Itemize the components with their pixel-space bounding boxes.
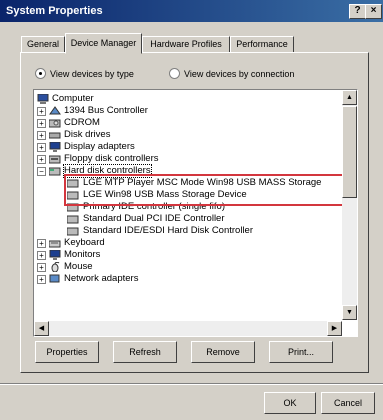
scroll-down-button[interactable]: ▼ <box>342 305 357 320</box>
tree-label: Network adapters <box>64 273 139 284</box>
tree-label: CDROM <box>64 117 100 128</box>
view-by-connection-label: View devices by connection <box>184 69 295 79</box>
cancel-button[interactable]: Cancel <box>321 392 375 414</box>
expand-icon[interactable]: + <box>37 263 46 272</box>
help-button[interactable]: ? <box>349 4 366 19</box>
expand-icon[interactable]: + <box>37 119 46 128</box>
display-icon <box>49 142 61 152</box>
remove-button[interactable]: Remove <box>191 341 255 363</box>
scroll-left-button[interactable]: ◀ <box>34 321 49 336</box>
separator <box>0 383 383 385</box>
tree-label: Monitors <box>64 249 101 260</box>
expand-icon[interactable]: + <box>37 275 46 284</box>
collapse-icon[interactable]: − <box>37 167 46 176</box>
tab-performance[interactable]: Performance <box>230 36 294 53</box>
tree-label: Standard Dual PCI IDE Controller <box>83 213 225 224</box>
tab-hardware-profiles[interactable]: Hardware Profiles <box>142 36 230 53</box>
keyboard-icon <box>49 238 61 248</box>
tree-label: Floppy disk controllers <box>64 153 159 164</box>
tree-label: 1394 Bus Controller <box>64 105 148 116</box>
device-manager-panel: View devices by type View devices by con… <box>20 52 369 373</box>
scroll-thumb[interactable] <box>342 106 357 198</box>
horizontal-scrollbar[interactable]: ◀ ▶ <box>34 321 342 336</box>
refresh-button[interactable]: Refresh <box>113 341 177 363</box>
storage-icon <box>67 226 79 236</box>
hdd-controller-icon <box>49 166 61 176</box>
close-button[interactable]: × <box>365 4 382 19</box>
title-bar[interactable]: System Properties ? × <box>0 0 383 22</box>
tree-label: Disk drives <box>64 129 111 140</box>
mouse-icon <box>49 262 61 272</box>
tree-label: Mouse <box>64 261 93 272</box>
storage-icon <box>67 214 79 224</box>
properties-button[interactable]: Properties <box>35 341 99 363</box>
cdrom-icon <box>49 118 61 128</box>
floppy-icon <box>49 154 61 164</box>
tab-device-manager[interactable]: Device Manager <box>65 33 142 54</box>
window-title: System Properties <box>6 5 103 17</box>
expand-icon[interactable]: + <box>37 131 46 140</box>
radio-dot <box>169 68 180 79</box>
system-properties-window: System Properties ? × General Device Man… <box>0 0 383 420</box>
expand-icon[interactable]: + <box>37 143 46 152</box>
print-button[interactable]: Print... <box>269 341 333 363</box>
computer-icon <box>37 94 49 104</box>
expand-icon[interactable]: + <box>37 155 46 164</box>
tree-label: Display adapters <box>64 141 135 152</box>
tree-label: Computer <box>52 93 94 104</box>
scroll-right-button[interactable]: ▶ <box>327 321 342 336</box>
device-tree[interactable]: Computer + 1394 Bus Controller + CDROM +… <box>33 89 358 337</box>
tree-label: Keyboard <box>64 237 105 248</box>
radio-dot-selected <box>35 68 46 79</box>
highlight-box <box>64 174 350 206</box>
view-by-type-label: View devices by type <box>50 69 134 79</box>
scroll-up-button[interactable]: ▲ <box>342 90 357 105</box>
ok-button[interactable]: OK <box>264 392 316 414</box>
vertical-scrollbar[interactable]: ▲ ▼ <box>342 90 357 320</box>
controller-icon <box>49 106 61 116</box>
tab-general[interactable]: General <box>21 36 65 53</box>
expand-icon[interactable]: + <box>37 251 46 260</box>
expand-icon[interactable]: + <box>37 239 46 248</box>
network-icon <box>49 274 61 284</box>
tree-label: Standard IDE/ESDI Hard Disk Controller <box>83 225 254 236</box>
disk-icon <box>49 130 61 140</box>
monitor-icon <box>49 250 61 260</box>
expand-icon[interactable]: + <box>37 107 46 116</box>
